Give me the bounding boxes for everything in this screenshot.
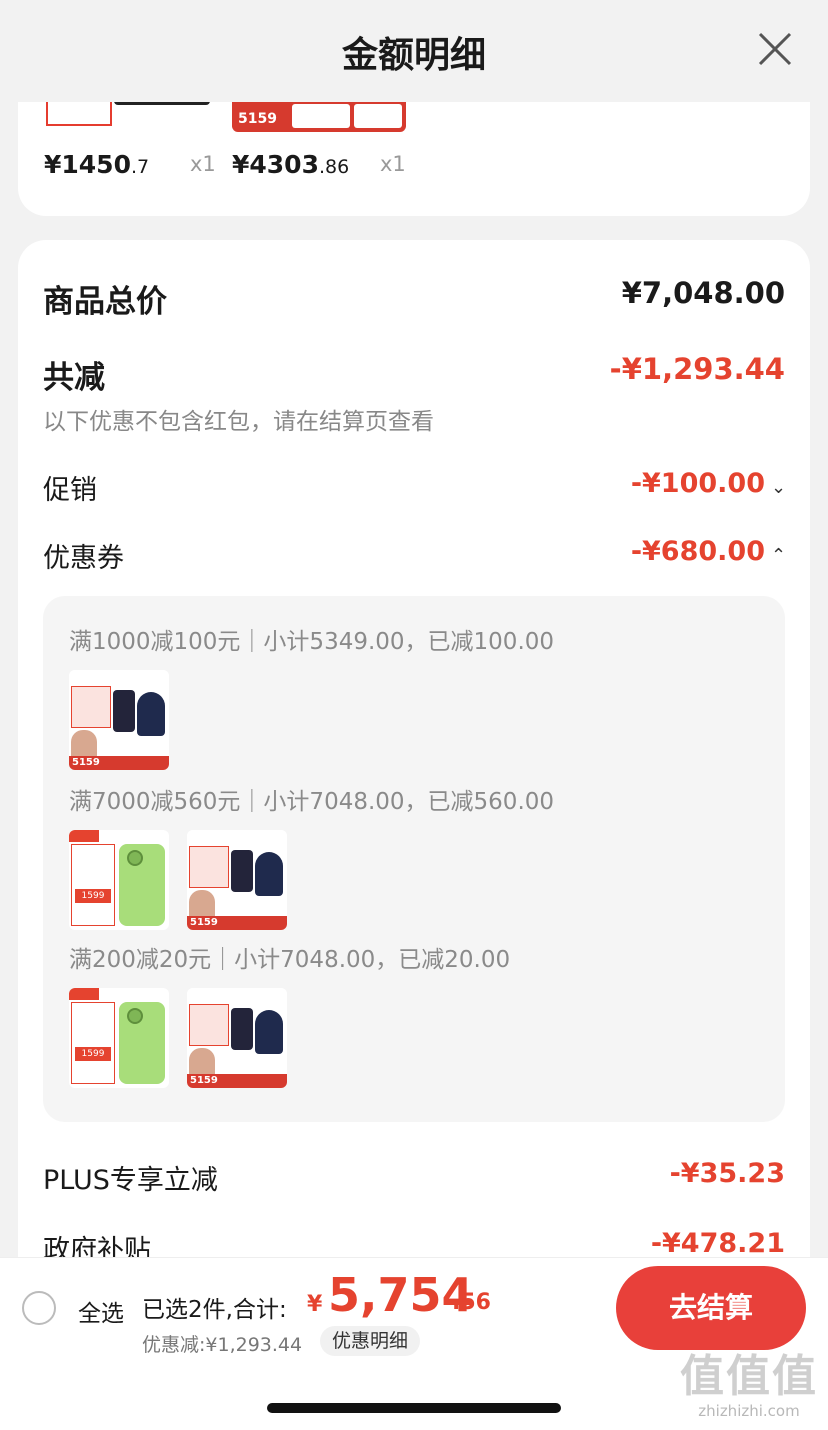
img-tag xyxy=(71,686,111,728)
select-all-label[interactable]: 全选 xyxy=(78,1294,124,1328)
watermark: 值值值 zhizhizhi.com xyxy=(676,1351,822,1421)
item-qty-2: x1 xyxy=(380,152,406,176)
product-thumbnail-moto: 5159 xyxy=(232,100,406,132)
coupon-rule-1: 满1000减100元｜小计5349.00，已减100.00 xyxy=(69,629,555,655)
total-reduce-row: 共减 -¥1,293.44 xyxy=(43,352,785,397)
watermark-mark: 值值值 xyxy=(680,1351,818,1402)
coupon-value: -¥680.00 xyxy=(630,536,765,567)
item-price-1: ¥1450.7 xyxy=(44,150,149,179)
thumb-box-2 xyxy=(354,104,402,128)
img-tag xyxy=(69,830,99,842)
img-phone-2 xyxy=(137,692,165,736)
promo-label: 促销 xyxy=(43,475,97,506)
img-phone-2 xyxy=(255,852,283,896)
coupon-rule-2: 满7000减560元｜小计7048.00，已减560.00 xyxy=(69,789,555,815)
item-price-dec: .86 xyxy=(318,156,350,178)
thumb-price: 5159 xyxy=(238,111,277,127)
img-camera xyxy=(127,1008,143,1024)
promo-row[interactable]: 促销 -¥100.00 ⌄ xyxy=(43,468,786,507)
item-price-int: ¥4303 xyxy=(232,150,319,179)
img-top xyxy=(187,988,287,1000)
close-icon[interactable] xyxy=(756,30,794,68)
product-image-moto: 5159 xyxy=(69,670,169,770)
product-image-moto: 5159 xyxy=(187,988,287,1088)
chevron-up-icon[interactable]: ⌃ xyxy=(771,545,786,566)
gov-subsidy-value: -¥478.21 xyxy=(650,1228,785,1259)
item-price-2: ¥4303.86 xyxy=(232,150,349,179)
img-panel: 1599 xyxy=(71,1002,115,1084)
img-tag xyxy=(69,988,99,1000)
coupon-detail-panel: 满1000减100元｜小计5349.00，已减100.00 5159 满7000… xyxy=(43,596,785,1122)
product-image-oppo: 1599 xyxy=(69,830,169,930)
total-price-label: 商品总价 xyxy=(43,284,167,320)
img-top xyxy=(69,670,169,682)
total-reduce-value: -¥1,293.44 xyxy=(609,352,785,386)
product-thumbnail-oppo xyxy=(46,100,112,126)
img-price: 1599 xyxy=(75,1047,111,1061)
total-price-value: ¥7,048.00 xyxy=(621,276,785,310)
img-price: 5159 xyxy=(187,1074,287,1088)
watermark-url: zhizhizhi.com xyxy=(698,1402,800,1420)
total-currency: ¥ xyxy=(307,1292,323,1317)
checkout-button[interactable]: 去结算 xyxy=(616,1266,806,1350)
coupon-row[interactable]: 优惠券 -¥680.00 ⌃ xyxy=(43,536,786,575)
selected-count: 已选2件,合计: xyxy=(142,1297,287,1323)
img-price: 5159 xyxy=(187,916,287,930)
total-price-row: 商品总价 ¥7,048.00 xyxy=(43,276,785,321)
img-price: 5159 xyxy=(69,756,169,770)
product-image-oppo: 1599 xyxy=(69,988,169,1088)
checkout-bar: 全选 已选2件,合计: ¥ 5,754 .56 优惠减:¥1,293.44 优惠… xyxy=(0,1257,828,1357)
img-tag xyxy=(189,1004,229,1046)
discount-summary: 优惠减:¥1,293.44 xyxy=(142,1334,303,1356)
total-reduce-label: 共减 xyxy=(43,360,105,396)
img-phone xyxy=(113,690,135,732)
item-price-dec: .7 xyxy=(130,156,150,178)
item-price-int: ¥1450 xyxy=(44,150,131,179)
chevron-down-icon[interactable]: ⌄ xyxy=(771,477,786,498)
reduce-note: 以下优惠不包含红包，请在结算页查看 xyxy=(43,409,434,435)
img-camera xyxy=(127,850,143,866)
promo-value: -¥100.00 xyxy=(630,468,765,499)
home-indicator[interactable] xyxy=(267,1403,561,1413)
plus-row: PLUS专享立减 -¥35.23 xyxy=(43,1158,785,1197)
img-phone xyxy=(231,850,253,892)
promo-value-group: -¥100.00 ⌄ xyxy=(630,468,786,499)
total-amount-decimal: .56 xyxy=(452,1290,491,1315)
coupon-value-group: -¥680.00 ⌃ xyxy=(630,536,786,567)
thumb-box xyxy=(292,104,350,128)
img-top xyxy=(187,830,287,842)
coupon-rule-3: 满200减20元｜小计7048.00，已减20.00 xyxy=(69,947,511,973)
plus-value: -¥35.23 xyxy=(669,1158,785,1189)
product-image-moto: 5159 xyxy=(187,830,287,930)
discount-detail-button[interactable]: 优惠明细 xyxy=(320,1326,421,1356)
img-price: 1599 xyxy=(75,889,111,903)
plus-label: PLUS专享立减 xyxy=(43,1165,218,1196)
sheet-title: 金额明细 xyxy=(341,35,486,76)
item-qty-1: x1 xyxy=(190,152,216,176)
img-tag xyxy=(189,846,229,888)
img-panel: 1599 xyxy=(71,844,115,926)
sheet-header: 金额明细 xyxy=(0,0,828,102)
amount-detail-card: 商品总价 ¥7,048.00 共减 -¥1,293.44 以下优惠不包含红包，请… xyxy=(18,240,810,1340)
select-all-radio[interactable] xyxy=(22,1291,56,1325)
img-phone xyxy=(231,1008,253,1050)
img-phone-2 xyxy=(255,1010,283,1054)
coupon-label: 优惠券 xyxy=(43,543,124,574)
